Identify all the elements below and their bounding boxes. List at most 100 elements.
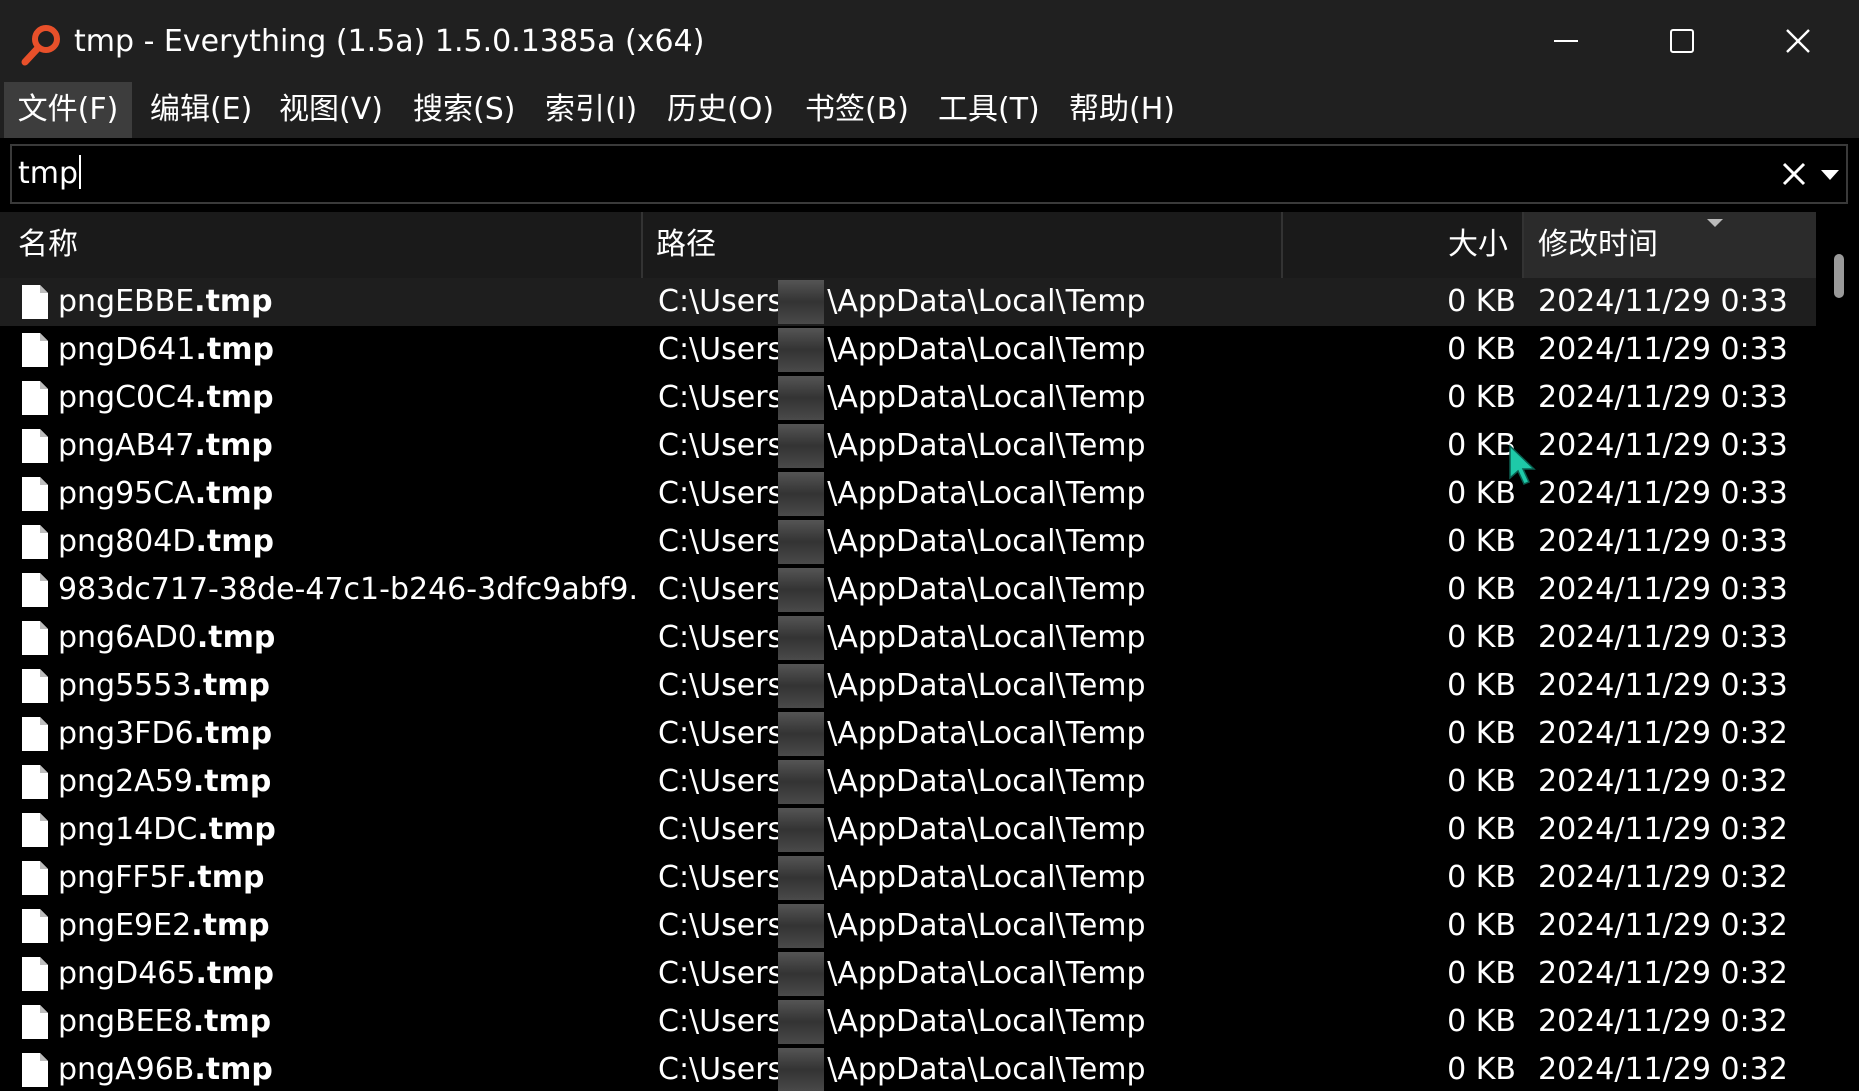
vertical-scrollbar[interactable] (1816, 212, 1859, 1091)
file-name-base: pngFF5F (58, 860, 186, 895)
menu-history[interactable]: 历史(O) (667, 82, 774, 138)
search-input[interactable]: tmp (10, 144, 1848, 204)
file-path-start: C:\Users\ (658, 908, 794, 943)
file-path-end: \AppData\Local\Temp (827, 476, 1146, 511)
table-row[interactable]: png5553.tmp C:\Users\ \AppData\Local\Temp 0… (0, 662, 1816, 710)
file-size: 0 KB (1447, 1052, 1516, 1087)
file-name-extension: .tmp (195, 524, 274, 559)
file-name: pngFF5F.tmp (58, 854, 640, 902)
file-modified: 2024/11/29 0:33 (1538, 668, 1788, 703)
sort-descending-icon (1707, 219, 1723, 227)
file-path-end: \AppData\Local\Temp (827, 572, 1146, 607)
table-row[interactable]: pngD465.tmp C:\Users\ \AppData\Local\Temp 0… (0, 950, 1816, 998)
file-name: png3FD6.tmp (58, 710, 640, 758)
table-row[interactable]: png6AD0.tmp C:\Users\ \AppData\Local\Temp 0… (0, 614, 1816, 662)
file-path-start: C:\Users\ (658, 428, 794, 463)
file-name: 983dc717-38de-47c1-b246-3dfc9abf9... (58, 566, 640, 614)
menu-edit[interactable]: 编辑(E) (150, 82, 252, 138)
table-row[interactable]: png14DC.tmp C:\Users\ \AppData\Local\Temp 0… (0, 806, 1816, 854)
file-path-start: C:\Users\ (658, 1004, 794, 1039)
file-size: 0 KB (1447, 428, 1516, 463)
table-row[interactable]: png804D.tmp C:\Users\ \AppData\Local\Temp 0… (0, 518, 1816, 566)
column-divider[interactable] (641, 212, 643, 278)
table-row[interactable]: pngBEE8.tmp C:\Users\ \AppData\Local\Temp 0… (0, 998, 1816, 1046)
file-name-extension: .tmp (194, 476, 274, 511)
file-path-start: C:\Users\ (658, 524, 794, 559)
file-path: C:\Users\ \AppData\Local\Temp (658, 326, 1278, 374)
table-row[interactable]: pngD641.tmp C:\Users\ \AppData\Local\Temp 0… (0, 326, 1816, 374)
column-header-modified[interactable]: 修改时间 (1538, 212, 1658, 278)
column-header-size[interactable]: 大小 (1448, 212, 1508, 278)
table-row[interactable]: pngE9E2.tmp C:\Users\ \AppData\Local\Temp 0… (0, 902, 1816, 950)
file-path-start: C:\Users\ (658, 620, 794, 655)
table-row[interactable]: pngA96B.tmp C:\Users\ \AppData\Local\Temp 0… (0, 1046, 1816, 1091)
file-name: pngD465.tmp (58, 950, 640, 998)
table-row[interactable]: pngAB47.tmp C:\Users\ \AppData\Local\Temp 0… (0, 422, 1816, 470)
file-size: 0 KB (1447, 524, 1516, 559)
file-path-start: C:\Users\ (658, 668, 794, 703)
file-path-end: \AppData\Local\Temp (827, 620, 1146, 655)
table-row[interactable]: png95CA.tmp C:\Users\ \AppData\Local\Temp 0… (0, 470, 1816, 518)
file-size: 0 KB (1447, 908, 1516, 943)
file-name-base: png6AD0 (58, 620, 197, 655)
file-name-base: png95CA (58, 476, 195, 511)
menu-tools[interactable]: 工具(T) (938, 82, 1040, 138)
redaction-blur (778, 808, 824, 852)
file-name-extension: .tmp (196, 620, 276, 655)
redaction-blur (778, 712, 824, 756)
file-name-base: pngA96B (58, 1052, 195, 1087)
table-row[interactable]: png3FD6.tmp C:\Users\ \AppData\Local\Temp 0… (0, 710, 1816, 758)
file-icon (22, 285, 48, 319)
menu-file[interactable]: 文件(F) (4, 82, 132, 138)
file-icon (22, 765, 48, 799)
file-modified: 2024/11/29 0:33 (1538, 332, 1788, 367)
menu-help[interactable]: 帮助(H) (1069, 82, 1175, 138)
file-path-start: C:\Users\ (658, 476, 794, 511)
file-size: 0 KB (1447, 332, 1516, 367)
minimize-icon (1554, 40, 1578, 42)
table-row[interactable]: png2A59.tmp C:\Users\ \AppData\Local\Temp 0… (0, 758, 1816, 806)
file-size: 0 KB (1447, 812, 1516, 847)
table-row[interactable]: pngC0C4.tmp C:\Users\ \AppData\Local\Temp 0… (0, 374, 1816, 422)
menu-index[interactable]: 索引(I) (545, 82, 637, 138)
mouse-cursor-icon (1509, 444, 1536, 485)
menu-search[interactable]: 搜索(S) (413, 82, 515, 138)
column-divider[interactable] (1522, 212, 1524, 278)
file-path-start: C:\Users\ (658, 764, 794, 799)
column-header-name[interactable]: 名称 (18, 212, 78, 278)
table-row[interactable]: pngFF5F.tmp C:\Users\ \AppData\Local\Temp 0… (0, 854, 1816, 902)
file-path-start: C:\Users\ (658, 572, 794, 607)
file-modified: 2024/11/29 0:32 (1538, 812, 1788, 847)
file-path-end: \AppData\Local\Temp (827, 860, 1146, 895)
minimize-button[interactable] (1508, 0, 1624, 82)
file-name-base: png804D (58, 524, 196, 559)
file-path-start: C:\Users\ (658, 380, 794, 415)
clear-icon[interactable] (1780, 160, 1808, 188)
file-modified: 2024/11/29 0:32 (1538, 1004, 1788, 1039)
file-size: 0 KB (1447, 476, 1516, 511)
file-modified: 2024/11/29 0:33 (1538, 524, 1788, 559)
file-path-end: \AppData\Local\Temp (827, 908, 1146, 943)
close-button[interactable] (1740, 0, 1856, 82)
menu-view[interactable]: 视图(V) (279, 82, 383, 138)
file-icon (22, 861, 48, 895)
results-list[interactable]: pngEBBE.tmp C:\Users\ \AppData\Local\Temp 0… (0, 278, 1816, 1091)
file-name-base: pngAB47 (58, 428, 195, 463)
menu-bookmarks[interactable]: 书签(B) (805, 82, 909, 138)
file-name: png6AD0.tmp (58, 614, 640, 662)
file-modified: 2024/11/29 0:32 (1538, 908, 1788, 943)
close-icon (1786, 29, 1810, 53)
table-row[interactable]: pngEBBE.tmp C:\Users\ \AppData\Local\Temp 0… (0, 278, 1816, 326)
maximize-button[interactable] (1624, 0, 1740, 82)
menu-bar: 文件(F) 编辑(E) 视图(V) 搜索(S) 索引(I) 历史(O) 书签(B… (0, 82, 1859, 138)
column-header-path[interactable]: 路径 (656, 212, 716, 278)
title-bar[interactable]: tmp - Everything (1.5a) 1.5.0.1385a (x64… (0, 0, 1859, 82)
column-divider[interactable] (1281, 212, 1283, 278)
file-size: 0 KB (1447, 1004, 1516, 1039)
file-icon (22, 429, 48, 463)
file-path: C:\Users\ \AppData\Local\Temp (658, 854, 1278, 902)
scrollbar-thumb[interactable] (1834, 254, 1844, 298)
file-path-start: C:\Users\ (658, 956, 794, 991)
table-row[interactable]: 983dc717-38de-47c1-b246-3dfc9abf9... C:\U… (0, 566, 1816, 614)
chevron-down-icon[interactable] (1820, 168, 1840, 182)
